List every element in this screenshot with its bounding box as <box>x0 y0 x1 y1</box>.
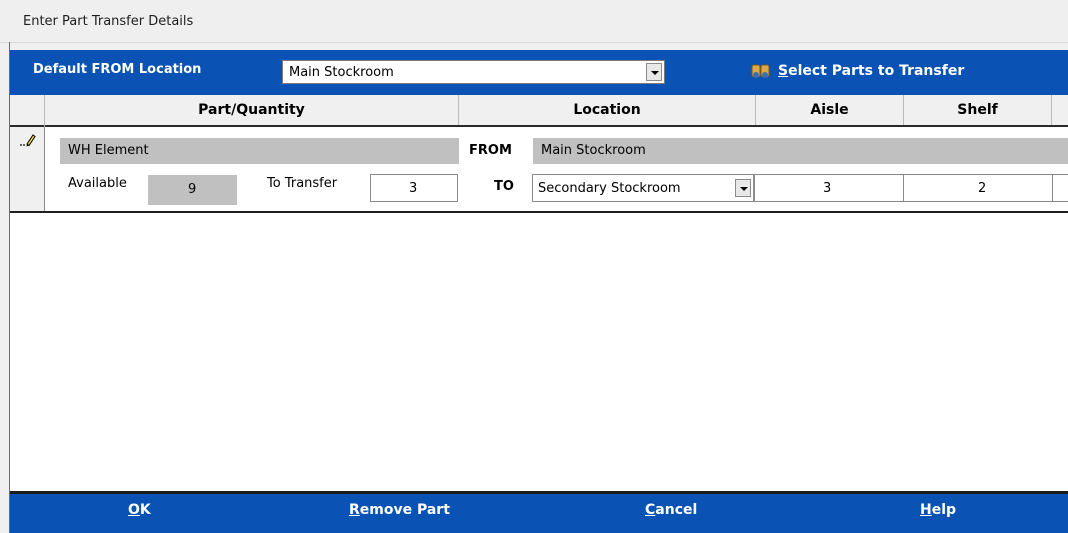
binoculars-icon <box>751 64 770 78</box>
ok-label: K <box>139 502 151 518</box>
title-bar: Enter Part Transfer Details <box>0 0 1068 43</box>
default-from-label: Default FROM Location <box>33 62 202 77</box>
header-location[interactable]: Location <box>459 95 756 125</box>
header-corner <box>10 95 45 127</box>
row-divider <box>10 211 1068 213</box>
header-extra[interactable] <box>1052 95 1068 125</box>
aisle-input[interactable]: 3 <box>754 174 904 202</box>
to-location: Secondary Stockroom <box>538 181 681 196</box>
from-location-field: Main Stockroom <box>533 138 1068 164</box>
help-label: elp <box>931 502 957 518</box>
to-transfer-label: To Transfer <box>267 176 338 191</box>
cancel-label: ancel <box>655 502 698 518</box>
to-location-dropdown[interactable]: Secondary Stockroom <box>532 174 754 202</box>
remove-part-button[interactable]: Remove Part <box>349 502 450 518</box>
transfer-dialog: Enter Part Transfer Details Default FROM… <box>0 0 1068 533</box>
header-aisle[interactable]: Aisle <box>756 95 904 125</box>
extra-cell[interactable] <box>1052 174 1068 202</box>
from-location: Main Stockroom <box>541 143 646 158</box>
shelf-input[interactable]: 2 <box>903 174 1053 202</box>
available-value: 9 <box>188 182 197 197</box>
footer-bar: OK Remove Part Cancel Help <box>10 491 1068 533</box>
from-label: FROM <box>469 143 512 158</box>
dropdown-arrow-icon[interactable] <box>646 63 662 81</box>
row-selector[interactable] <box>10 127 45 211</box>
toolbar: Default FROM Location Main Stockroom Sel… <box>10 50 1068 95</box>
shelf-value: 2 <box>978 181 987 196</box>
cancel-button[interactable]: Cancel <box>645 502 697 518</box>
remove-label: emove Part <box>359 502 450 518</box>
part-name: WH Element <box>68 143 149 158</box>
select-parts-button[interactable]: Select Parts to Transfer <box>750 61 964 83</box>
to-transfer-input[interactable]: 3 <box>370 174 458 202</box>
pencil-icon <box>20 134 36 147</box>
help-mnemonic: H <box>920 502 932 518</box>
select-parts-mnemonic: S <box>778 63 789 79</box>
transfer-grid: Part/Quantity Location Aisle Shelf WH El… <box>10 95 1068 491</box>
available-label: Available <box>68 176 127 191</box>
header-shelf[interactable]: Shelf <box>904 95 1052 125</box>
to-label: TO <box>494 179 514 194</box>
window-title: Enter Part Transfer Details <box>23 14 194 29</box>
ok-mnemonic: O <box>128 502 140 518</box>
available-field: 9 <box>148 175 237 205</box>
aisle-value: 3 <box>823 181 832 196</box>
default-from-value: Main Stockroom <box>289 65 394 80</box>
remove-mnemonic: R <box>349 502 360 518</box>
to-transfer-value: 3 <box>409 181 418 196</box>
dropdown-arrow-icon[interactable] <box>735 179 751 197</box>
help-button[interactable]: Help <box>920 502 956 518</box>
grid-header: Part/Quantity Location Aisle Shelf <box>10 95 1068 127</box>
select-parts-label: elect Parts to Transfer <box>788 63 965 79</box>
ok-button[interactable]: OK <box>128 502 151 518</box>
cancel-mnemonic: C <box>645 502 656 518</box>
part-name-field: WH Element <box>60 138 459 164</box>
default-from-dropdown[interactable]: Main Stockroom <box>282 60 665 84</box>
header-part-quantity[interactable]: Part/Quantity <box>45 95 459 125</box>
